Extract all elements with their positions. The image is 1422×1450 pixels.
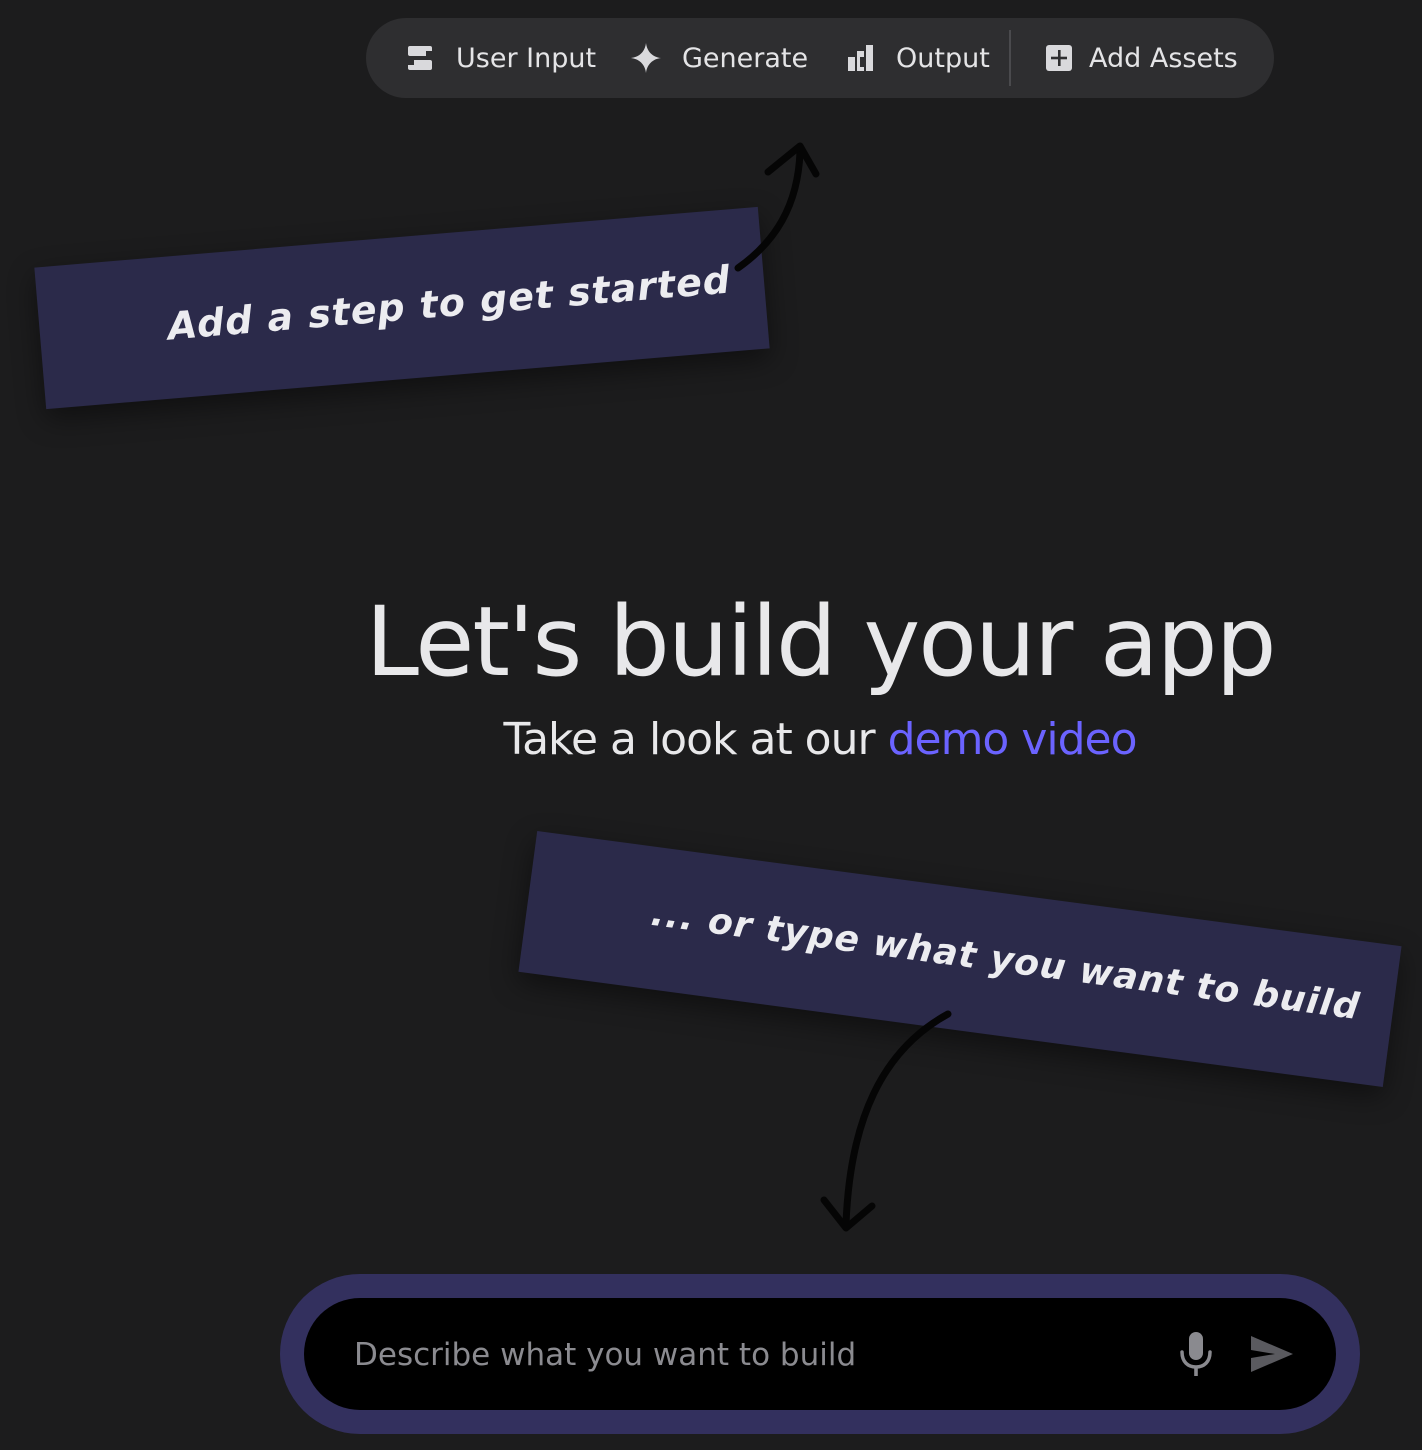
user-input-icon xyxy=(404,42,436,74)
hint-note-bottom-text: ... or type what you want to build xyxy=(648,892,1363,1029)
add-assets-label: Add Assets xyxy=(1089,42,1238,74)
user-input-label: User Input xyxy=(456,42,597,74)
describe-input[interactable] xyxy=(352,1298,1136,1412)
page-title: Let's build your app xyxy=(365,586,1276,698)
hint-note-top: Add a step to get started xyxy=(34,206,770,410)
add-assets-button[interactable]: Add Assets xyxy=(1043,18,1238,98)
prompt-inner xyxy=(304,1298,1336,1412)
arrow-up-icon xyxy=(734,142,820,272)
sparkle-icon xyxy=(630,42,662,74)
send-icon[interactable] xyxy=(1248,1332,1296,1376)
step-toolbar: User Input Generate Output Add Assets xyxy=(366,18,1274,98)
output-chart-icon xyxy=(844,42,876,74)
mic-icon[interactable] xyxy=(1176,1330,1216,1378)
output-button[interactable]: Output xyxy=(844,18,990,98)
arrow-down-icon xyxy=(820,1010,952,1232)
toolbar-divider xyxy=(1009,30,1011,86)
output-label: Output xyxy=(896,42,990,74)
generate-button[interactable]: Generate xyxy=(630,18,808,98)
subtitle-text: Take a look at our xyxy=(503,714,888,765)
generate-label: Generate xyxy=(682,42,809,74)
hint-note-top-text: Add a step to get started xyxy=(165,257,733,349)
add-box-icon xyxy=(1043,42,1075,74)
page-subtitle: Take a look at our demo video xyxy=(0,714,1422,765)
demo-video-link[interactable]: demo video xyxy=(888,714,1138,765)
prompt-box xyxy=(280,1274,1360,1434)
user-input-button[interactable]: User Input xyxy=(404,18,596,98)
